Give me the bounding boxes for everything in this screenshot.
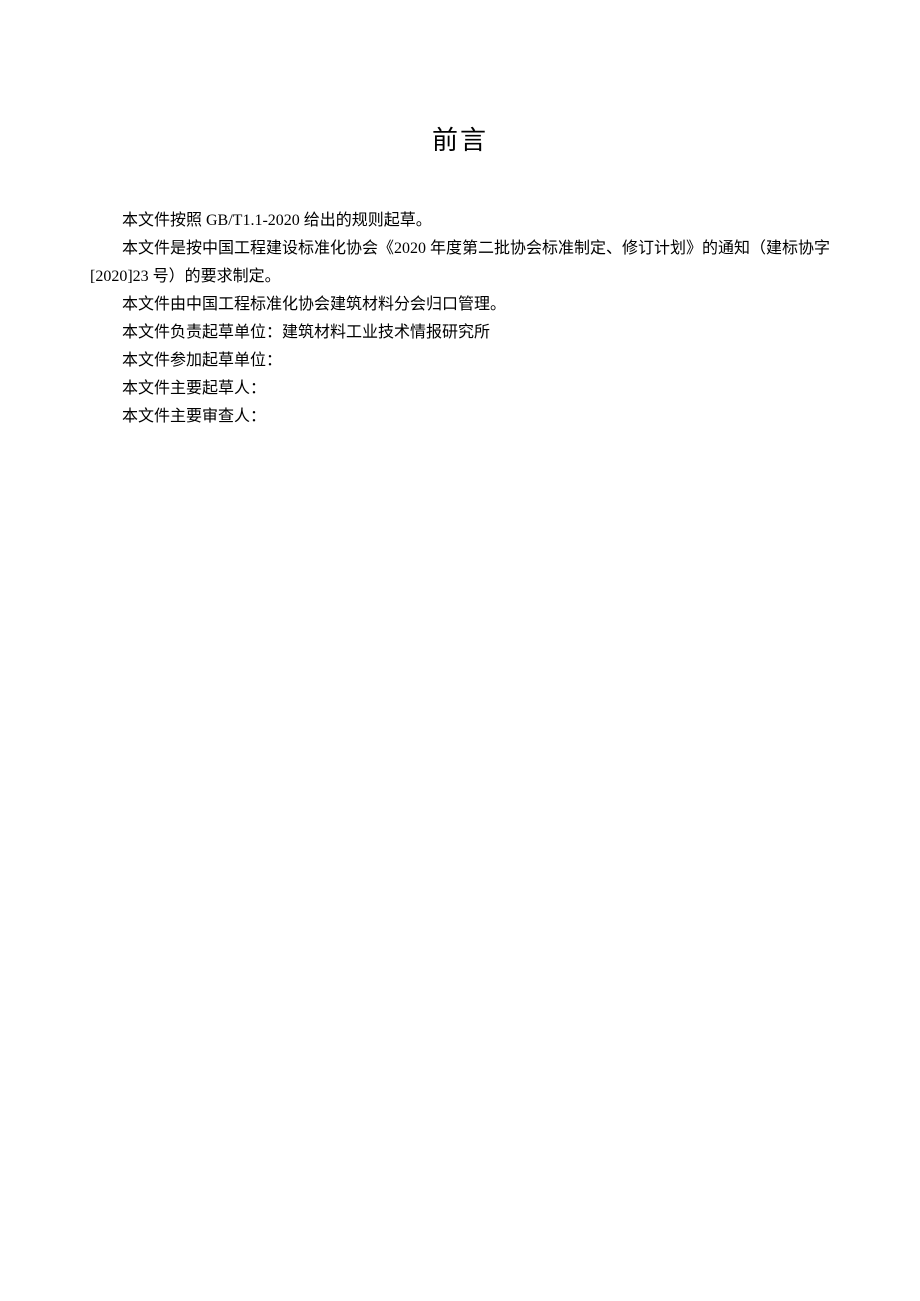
paragraph-2-line-2: [2020]23 号）的要求制定。 (90, 263, 830, 291)
paragraph-4: 本文件负责起草单位：建筑材料工业技术情报研究所 (90, 319, 830, 347)
paragraph-6: 本文件主要起草人： (90, 375, 830, 403)
paragraph-7: 本文件主要审查人： (90, 403, 830, 431)
paragraph-1: 本文件按照 GB/T1.1-2020 给出的规则起草。 (90, 207, 830, 235)
paragraph-2-line-1: 本文件是按中国工程建设标准化协会《2020 年度第二批协会标准制定、修订计划》的… (90, 235, 830, 263)
paragraph-3: 本文件由中国工程标准化协会建筑材料分会归口管理。 (90, 291, 830, 319)
paragraph-5: 本文件参加起草单位： (90, 347, 830, 375)
foreword-title: 前言 (90, 120, 830, 157)
